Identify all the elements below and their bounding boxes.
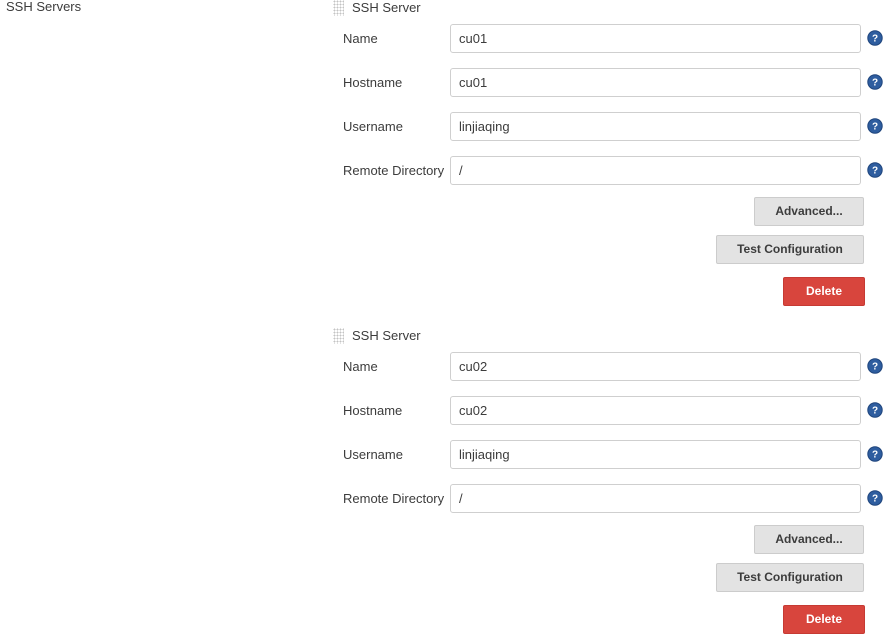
username-field-wrap	[445, 111, 867, 141]
advanced-button-row: Advanced...	[333, 525, 889, 554]
form-row-remote-directory: Remote Directory ?	[333, 148, 889, 192]
advanced-button[interactable]: Advanced...	[754, 525, 864, 554]
help-circle-icon[interactable]: ?	[867, 74, 883, 90]
hostname-label: Hostname	[343, 74, 403, 90]
ssh-server-card-header[interactable]: SSH Server	[333, 0, 889, 16]
remote-directory-label: Remote Directory	[343, 162, 445, 178]
hostname-field-wrap	[445, 67, 867, 97]
hostname-input[interactable]	[450, 67, 861, 97]
svg-text:?: ?	[872, 78, 878, 89]
svg-text:?: ?	[872, 362, 878, 373]
ssh-server-card-title: SSH Server	[352, 0, 421, 15]
remote-directory-field-wrap	[445, 155, 867, 185]
username-input[interactable]	[450, 439, 861, 469]
svg-text:?: ?	[872, 450, 878, 461]
drag-handle-icon[interactable]	[333, 0, 344, 16]
name-field-wrap	[445, 351, 867, 381]
svg-text:?: ?	[872, 166, 878, 177]
ssh-server-card: SSH Server Name ? Hostname	[333, 0, 889, 306]
form-row-hostname: Hostname ?	[333, 388, 889, 432]
card-separator	[333, 306, 889, 328]
delete-button-row: Delete	[333, 605, 889, 634]
ssh-server-card-header[interactable]: SSH Server	[333, 328, 889, 344]
username-label: Username	[343, 118, 403, 134]
username-input[interactable]	[450, 111, 861, 141]
remote-directory-field-wrap	[445, 483, 867, 513]
form-row-hostname: Hostname ?	[333, 60, 889, 104]
help-circle-icon[interactable]: ?	[867, 162, 883, 178]
advanced-button-row: Advanced...	[333, 197, 889, 226]
svg-text:?: ?	[872, 406, 878, 417]
form-row-name: Name ?	[333, 344, 889, 388]
name-input[interactable]	[450, 351, 861, 381]
advanced-button[interactable]: Advanced...	[754, 197, 864, 226]
name-input[interactable]	[450, 23, 861, 53]
form-row-username: Username ?	[333, 104, 889, 148]
svg-text:?: ?	[872, 122, 878, 133]
svg-text:?: ?	[872, 494, 878, 505]
hostname-field-wrap	[445, 395, 867, 425]
form-row-name: Name ?	[333, 16, 889, 60]
svg-text:?: ?	[872, 34, 878, 45]
help-circle-icon[interactable]: ?	[867, 402, 883, 418]
name-field-wrap	[445, 23, 867, 53]
form-row-username: Username ?	[333, 432, 889, 476]
name-label: Name	[343, 30, 378, 46]
ssh-servers-settings-page: SSH Servers SSH Server Name ? Hostname	[0, 0, 889, 639]
page-title: SSH Servers	[6, 0, 82, 14]
help-circle-icon[interactable]: ?	[867, 30, 883, 46]
help-circle-icon[interactable]: ?	[867, 358, 883, 374]
delete-button[interactable]: Delete	[783, 277, 865, 306]
form-row-remote-directory: Remote Directory ?	[333, 476, 889, 520]
remote-directory-input[interactable]	[450, 155, 861, 185]
help-circle-icon[interactable]: ?	[867, 118, 883, 134]
ssh-server-card-title: SSH Server	[352, 328, 421, 343]
help-circle-icon[interactable]: ?	[867, 490, 883, 506]
ssh-server-list: SSH Server Name ? Hostname	[333, 0, 889, 634]
hostname-label: Hostname	[343, 402, 403, 418]
delete-button-row: Delete	[333, 277, 889, 306]
test-configuration-button[interactable]: Test Configuration	[716, 235, 864, 264]
delete-button[interactable]: Delete	[783, 605, 865, 634]
name-label: Name	[343, 358, 378, 374]
remote-directory-label: Remote Directory	[343, 490, 445, 506]
test-configuration-button-row: Test Configuration	[333, 235, 889, 264]
remote-directory-input[interactable]	[450, 483, 861, 513]
test-configuration-button-row: Test Configuration	[333, 563, 889, 592]
ssh-server-card: SSH Server Name ? Hostname	[333, 328, 889, 634]
help-circle-icon[interactable]: ?	[867, 446, 883, 462]
test-configuration-button[interactable]: Test Configuration	[716, 563, 864, 592]
drag-handle-icon[interactable]	[333, 328, 344, 344]
hostname-input[interactable]	[450, 395, 861, 425]
username-field-wrap	[445, 439, 867, 469]
username-label: Username	[343, 446, 403, 462]
